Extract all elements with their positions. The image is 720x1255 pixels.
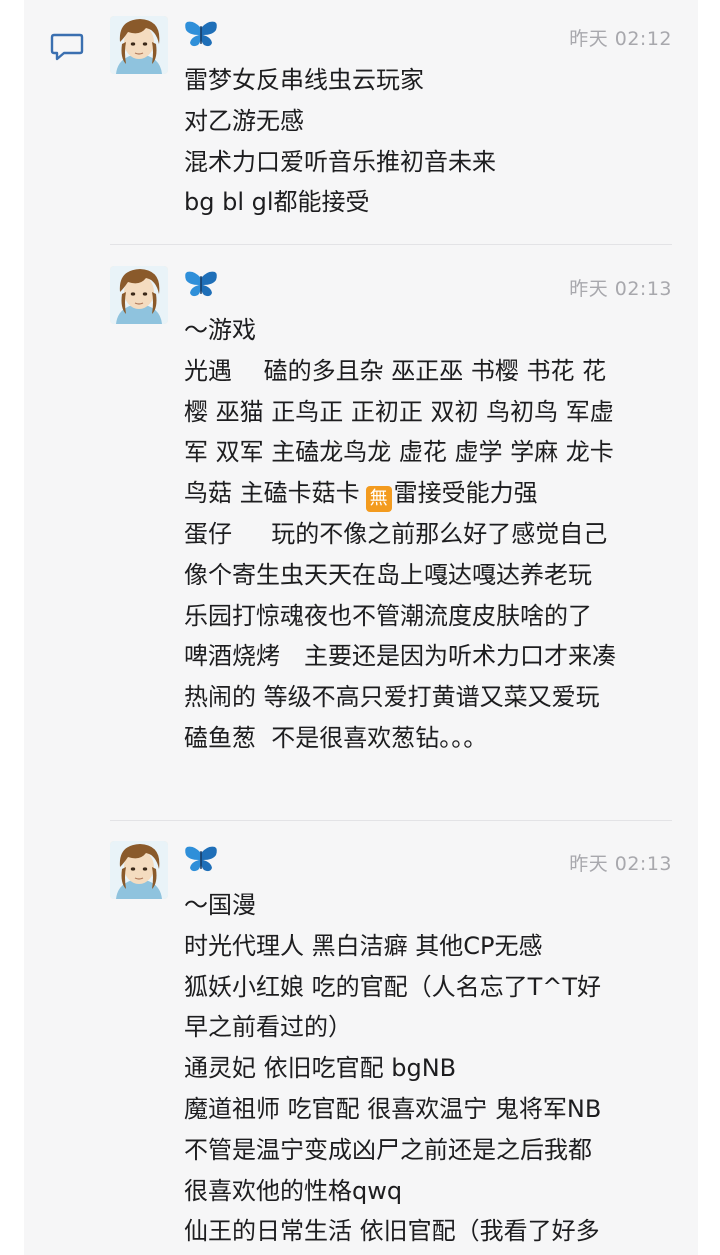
text-line: 仙王的日常生活 依旧官配（我看了好多 (184, 1217, 600, 1246)
divider (110, 244, 672, 245)
text-line: 雷梦女反串线虫云玩家 (184, 66, 424, 94)
text-line: 不管是温宁变成凶尸之前还是之后我都 (184, 1135, 592, 1164)
divider (110, 820, 672, 821)
text-line: bg bl gl都能接受 (184, 188, 370, 217)
text-line: 狐妖小红娘 吃的官配（人名忘了T^T好 (184, 972, 602, 1001)
butterfly-icon (185, 21, 217, 47)
timestamp: 昨天 02:13 (569, 853, 672, 875)
text-line: 魔道祖师 吃官配 很喜欢温宁 鬼将军NB (184, 1094, 602, 1123)
timestamp: 昨天 02:13 (569, 278, 672, 300)
text-line: 乐园打惊魂夜也不管潮流度皮肤啥的了 (184, 601, 592, 630)
text-line: ～游戏 (184, 316, 256, 344)
comment-text: ～游戏 光遇 磕的多且杂 巫正巫 书樱 书花 花 樱 巫猫 正鸟正 正初正 双初… (184, 310, 678, 759)
comment-text: 雷梦女反串线虫云玩家 对乙游无感 混术力口爱听音乐推初音未来 bg bl gl都… (184, 60, 678, 223)
screen: 昨天 02:12 雷梦女反串线虫云玩家 对乙游无感 混术力口爱听音乐推初音未来 … (0, 0, 720, 1255)
comment-bubble-icon[interactable] (50, 31, 84, 63)
text-line: 樱 巫猫 正鸟正 正初正 双初 鸟初鸟 军虚 (184, 397, 614, 426)
avatar[interactable] (110, 266, 168, 324)
comment-post-2: 昨天 02:13 ～游戏 光遇 磕的多且杂 巫正巫 书樱 书花 花 樱 巫猫 正… (110, 266, 676, 766)
text-line: 通灵妃 依旧吃官配 bgNB (184, 1054, 457, 1083)
text-line: 热闹的 等级不高只爱打黄谱又菜又爱玩 (184, 683, 600, 712)
text-segment: 雷接受能力强 (393, 479, 538, 508)
text-line: 混术力口爱听音乐推初音未来 (184, 147, 496, 176)
comment-text: ～国漫 时光代理人 黑白洁癖 其他CP无感 狐妖小红娘 吃的官配（人名忘了T^T… (184, 885, 678, 1252)
text-line: 对乙游无感 (184, 106, 304, 135)
free-emoji-badge: 無 (365, 486, 392, 513)
avatar[interactable] (110, 16, 168, 74)
text-line: 很喜欢他的性格qwq (184, 1176, 403, 1205)
text-segment: 鸟菇 主磕卡菇卡 (184, 479, 360, 508)
text-line: ～国漫 (184, 891, 256, 919)
butterfly-icon (185, 846, 217, 872)
text-line: 军 双军 主磕龙鸟龙 虚花 虚学 学麻 龙卡 (184, 438, 614, 467)
text-line: 鸟菇 主磕卡菇卡無雷接受能力强 (184, 473, 678, 514)
text-line: 光遇 磕的多且杂 巫正巫 书樱 书花 花 (184, 356, 607, 385)
comment-post-3: 昨天 02:13 ～国漫 时光代理人 黑白洁癖 其他CP无感 狐妖小红娘 吃的官… (110, 841, 676, 1255)
text-line: 蛋仔 玩的不像之前那么好了感觉自己 (184, 519, 608, 548)
comment-post-1: 昨天 02:12 雷梦女反串线虫云玩家 对乙游无感 混术力口爱听音乐推初音未来 … (110, 16, 676, 216)
text-line: 时光代理人 黑白洁癖 其他CP无感 (184, 931, 543, 960)
avatar[interactable] (110, 841, 168, 899)
text-line: 像个寄生虫天天在岛上嘎达嘎达养老玩 (184, 560, 592, 589)
text-line: 早之前看过的） (184, 1013, 352, 1042)
text-line: 磕鱼葱 不是很喜欢葱钻。。。 (184, 723, 488, 752)
butterfly-icon (185, 271, 217, 297)
timestamp: 昨天 02:12 (569, 28, 672, 50)
text-line: 啤酒烧烤 主要还是因为听术力口才来凑 (184, 642, 616, 671)
